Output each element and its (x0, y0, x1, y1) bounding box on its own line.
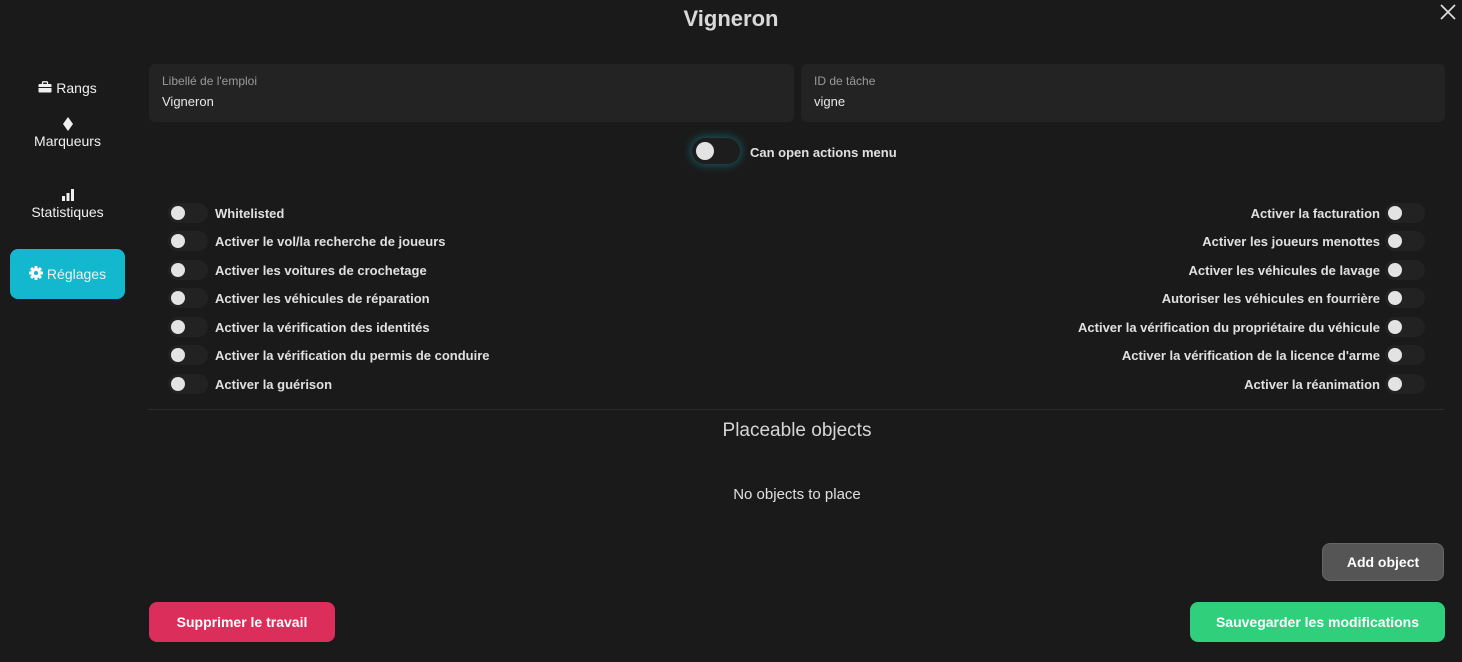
close-icon[interactable] (1438, 2, 1458, 22)
bar-chart-icon (10, 188, 125, 204)
perm-label: Whitelisted (215, 205, 285, 221)
actions-menu-label: Can open actions menu (750, 145, 897, 160)
perm-toggle[interactable] (1385, 317, 1425, 337)
perm-crochetage: Activer les voitures de crochetage (168, 260, 427, 280)
actions-menu-toggle[interactable] (692, 138, 740, 164)
perm-label: Autoriser les véhicules en fourrière (1161, 290, 1380, 306)
perm-label: Activer la vérification du permis de con… (215, 347, 490, 363)
perm-whitelisted: Whitelisted (168, 203, 284, 223)
sidebar: Rangs Marqueurs Statistiques Réglages (10, 64, 125, 299)
perm-toggle[interactable] (168, 317, 208, 337)
page-title: Vigneron (683, 6, 779, 31)
perm-label: Activer les voitures de crochetage (215, 262, 427, 278)
perm-facturation: Activer la facturation (1251, 203, 1425, 223)
gear-icon (28, 265, 43, 283)
job-label-field[interactable]: Libellé de l'emploi Vigneron (149, 64, 794, 122)
job-id-field-label: ID de tâche (814, 74, 876, 88)
sidebar-item-marqueurs[interactable]: Marqueurs (10, 114, 125, 185)
sidebar-item-rangs[interactable]: Rangs (10, 64, 125, 114)
perm-toggle[interactable] (1385, 260, 1425, 280)
perm-licence-arme: Activer la vérification de la licence d'… (1122, 345, 1425, 365)
sidebar-item-statistiques[interactable]: Statistiques (10, 185, 125, 241)
perm-label: Activer la vérification des identités (215, 319, 430, 335)
perm-reparation: Activer les véhicules de réparation (168, 288, 430, 308)
sidebar-item-label: Statistiques (31, 204, 104, 220)
perm-identites: Activer la vérification des identités (168, 317, 430, 337)
perm-proprietaire: Activer la vérification du propriétaire … (1078, 317, 1425, 337)
sidebar-item-label: Rangs (56, 80, 97, 96)
delete-job-button[interactable]: Supprimer le travail (149, 602, 335, 642)
save-changes-button[interactable]: Sauvegarder les modifications (1190, 602, 1445, 642)
section-divider (148, 409, 1444, 410)
perm-toggle[interactable] (168, 345, 208, 365)
perm-toggle[interactable] (168, 203, 208, 223)
perm-label: Activer les véhicules de lavage (1188, 262, 1381, 278)
sidebar-item-label: Marqueurs (34, 133, 101, 149)
perm-toggle[interactable] (168, 231, 208, 251)
placeable-objects-title: Placeable objects (722, 420, 872, 441)
perm-toggle[interactable] (1385, 345, 1425, 365)
job-label-field-label: Libellé de l'emploi (162, 74, 258, 88)
perm-toggle[interactable] (168, 288, 208, 308)
perm-label: Activer la vérification de la licence d'… (1121, 347, 1380, 363)
add-object-button[interactable]: Add object (1322, 543, 1444, 581)
sidebar-item-reglages[interactable]: Réglages (10, 249, 125, 299)
perm-menottes: Activer les joueurs menottes (1202, 231, 1425, 251)
perm-guerison: Activer la guérison (168, 374, 332, 394)
job-id-field-value[interactable]: vigne (814, 94, 1432, 109)
perm-toggle[interactable] (1385, 374, 1425, 394)
perm-lavage: Activer les véhicules de lavage (1188, 260, 1425, 280)
perm-toggle[interactable] (1385, 231, 1425, 251)
perm-toggle[interactable] (168, 260, 208, 280)
job-label-field-value[interactable]: Vigneron (162, 94, 781, 109)
perm-label: Activer la réanimation (1244, 376, 1380, 392)
perm-label: Activer le vol/la recherche de joueurs (215, 233, 446, 249)
briefcase-icon (38, 80, 52, 96)
perm-permis: Activer la vérification du permis de con… (168, 345, 490, 365)
perm-label: Activer les joueurs menottes (1202, 233, 1380, 249)
perm-toggle[interactable] (168, 374, 208, 394)
perm-fourriere: Autoriser les véhicules en fourrière (1162, 288, 1425, 308)
perm-reanimation: Activer la réanimation (1244, 374, 1425, 394)
perm-toggle[interactable] (1385, 288, 1425, 308)
perm-label: Activer la vérification du propriétaire … (1078, 319, 1380, 335)
perm-label: Activer les véhicules de réparation (215, 290, 430, 306)
perm-vol-recherche: Activer le vol/la recherche de joueurs (168, 231, 446, 251)
sidebar-item-label: Réglages (46, 266, 107, 282)
diamond-icon (10, 117, 125, 133)
perm-label: Activer la facturation (1250, 205, 1380, 221)
placeable-empty-text: No objects to place (733, 486, 861, 503)
perm-label: Activer la guérison (215, 376, 333, 392)
job-id-field[interactable]: ID de tâche vigne (801, 64, 1445, 122)
perm-toggle[interactable] (1385, 203, 1425, 223)
